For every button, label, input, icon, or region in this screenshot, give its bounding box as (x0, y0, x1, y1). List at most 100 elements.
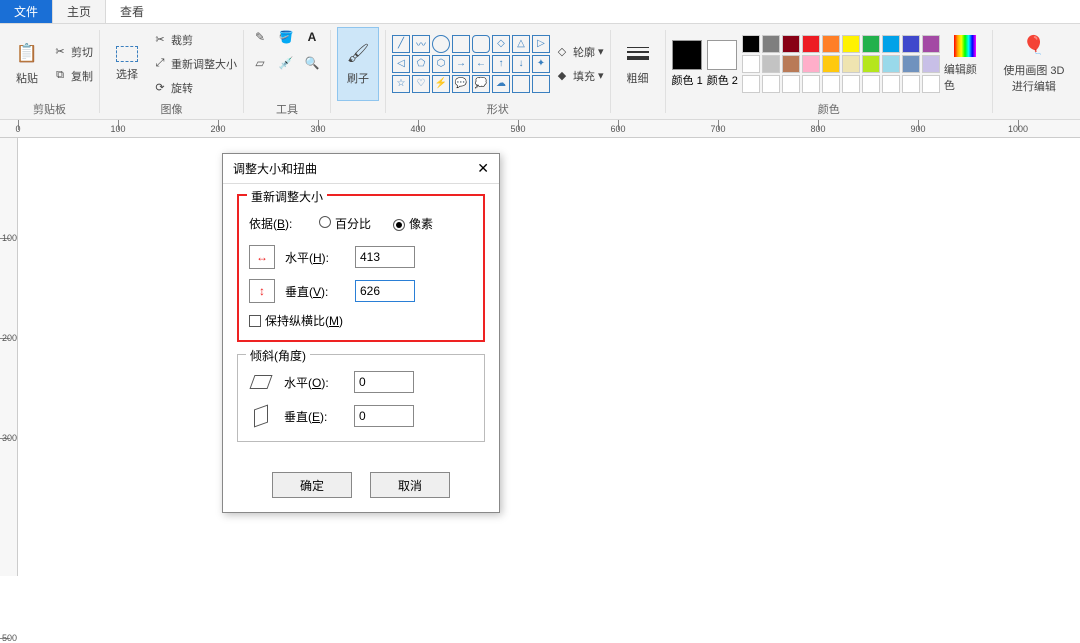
palette-swatch[interactable] (882, 35, 900, 53)
horizontal-ruler: 0100200300400500600700800900100011001200… (0, 120, 1080, 138)
color2-swatch (707, 40, 737, 70)
aspect-checkbox[interactable]: 保持纵横比(M) (249, 312, 343, 329)
skew-v-input[interactable] (354, 405, 414, 427)
cut-button[interactable]: ✂ 剪切 (52, 41, 93, 63)
skew-v-label: 垂直(E): (284, 408, 344, 425)
group-tools: ✎ 🪣 A ▱ 💉 🔍 工具 (244, 24, 330, 119)
palette-swatch[interactable] (842, 35, 860, 53)
skew-h-input[interactable] (354, 371, 414, 393)
palette-swatch[interactable] (762, 75, 780, 93)
palette-swatch[interactable] (762, 35, 780, 53)
pencil-tool[interactable]: ✎ (250, 27, 270, 47)
by-label: 依据(B): (249, 215, 309, 232)
palette-swatch[interactable] (802, 55, 820, 73)
palette-swatch[interactable] (822, 75, 840, 93)
group-label-image: 图像 (106, 101, 237, 117)
canvas[interactable] (18, 138, 1080, 576)
palette-swatch[interactable] (742, 75, 760, 93)
palette-swatch[interactable] (762, 55, 780, 73)
rotate-button[interactable]: ⟳ 旋转 (152, 77, 237, 99)
eyedropper-tool[interactable]: 💉 (276, 53, 296, 73)
resize-v-input[interactable] (355, 280, 415, 302)
brush-icon: 🖌 (346, 42, 370, 66)
shape-gallery[interactable]: ╱〰◇△▷ ◁⬠⬡→←↑↓✦ ☆♡⚡💬💭☁ (392, 35, 550, 93)
crop-button[interactable]: ✂ 裁剪 (152, 29, 237, 51)
select-button[interactable]: 选择 (106, 27, 148, 101)
text-tool[interactable]: A (302, 27, 322, 47)
palette-swatch[interactable] (922, 55, 940, 73)
palette-swatch[interactable] (742, 55, 760, 73)
ruler-tick: 300 (310, 124, 325, 134)
bucket-tool[interactable]: 🪣 (276, 27, 296, 47)
palette-swatch[interactable] (822, 35, 840, 53)
palette-swatch[interactable] (922, 75, 940, 93)
palette-swatch[interactable] (802, 75, 820, 93)
resize-button[interactable]: ⤢ 重新调整大小 (152, 53, 237, 75)
palette-swatch[interactable] (902, 75, 920, 93)
eraser-tool[interactable]: ▱ (250, 53, 270, 73)
ruler-tick: 800 (810, 124, 825, 134)
clipboard-icon: 📋 (15, 42, 39, 66)
palette-swatch[interactable] (742, 35, 760, 53)
magnifier-tool[interactable]: 🔍 (302, 53, 322, 73)
ruler-tick: 200 (210, 124, 225, 134)
ribbon: 📋 粘贴 ✂ 剪切 ⧉ 复制 剪贴板 选择 (0, 24, 1080, 120)
tab-home[interactable]: 主页 (52, 0, 106, 23)
palette-swatch[interactable] (842, 55, 860, 73)
group-label-shapes: 形状 (392, 101, 604, 117)
skew-v-icon (248, 404, 274, 428)
resize-v-label: 垂直(V): (285, 283, 345, 300)
resize-legend: 重新调整大小 (247, 188, 327, 205)
paint3d-button[interactable]: 🎈 使用画图 3D 进行编辑 (999, 27, 1069, 101)
palette-swatch[interactable] (822, 55, 840, 73)
palette-swatch[interactable] (782, 55, 800, 73)
palette-swatch[interactable] (882, 75, 900, 93)
palette-swatch[interactable] (862, 75, 880, 93)
palette-swatch[interactable] (922, 35, 940, 53)
group-image: 选择 ✂ 裁剪 ⤢ 重新调整大小 ⟳ 旋转 图像 (100, 24, 243, 119)
color2-button[interactable]: 颜色 2 (707, 40, 738, 88)
scissors-icon: ✂ (52, 44, 68, 60)
group-label-colors: 颜色 (672, 101, 986, 117)
fill-dd[interactable]: ◆ 填充 ▾ (554, 65, 604, 87)
copy-icon: ⧉ (52, 68, 68, 84)
palette-swatch[interactable] (782, 75, 800, 93)
tab-file[interactable]: 文件 (0, 0, 52, 23)
palette-swatch[interactable] (862, 35, 880, 53)
group-stroke: 粗细 (611, 24, 665, 119)
palette-swatch[interactable] (862, 55, 880, 73)
outline-dd[interactable]: ◇ 轮廓 ▾ (554, 41, 604, 63)
dialog-titlebar[interactable]: 调整大小和扭曲 ✕ (223, 154, 499, 184)
group-brush: 🖌 刷子 (331, 24, 385, 119)
close-icon[interactable]: ✕ (477, 160, 489, 177)
palette-swatch[interactable] (802, 35, 820, 53)
ruler-tick: 100 (2, 233, 17, 243)
ok-button[interactable]: 确定 (272, 472, 352, 498)
palette-swatch[interactable] (782, 35, 800, 53)
resize-h-label: 水平(H): (285, 249, 345, 266)
skew-legend: 倾斜(角度) (246, 347, 310, 364)
fill-icon: ◆ (554, 68, 570, 84)
resize-skew-dialog: 调整大小和扭曲 ✕ 重新调整大小 依据(B): 百分比 像素 ↔ 水平(H): … (222, 153, 500, 513)
palette-swatch[interactable] (842, 75, 860, 93)
radio-percent[interactable]: 百分比 (319, 215, 371, 232)
edit-colors-button[interactable]: 编辑颜色 (944, 27, 986, 101)
palette-swatch[interactable] (902, 55, 920, 73)
resize-icon: ⤢ (152, 56, 168, 72)
paste-button[interactable]: 📋 粘贴 (6, 27, 48, 101)
copy-button[interactable]: ⧉ 复制 (52, 65, 93, 87)
brush-button[interactable]: 🖌 刷子 (337, 27, 379, 101)
color1-button[interactable]: 颜色 1 (672, 40, 703, 88)
palette-swatch[interactable] (882, 55, 900, 73)
skew-h-label: 水平(O): (284, 374, 344, 391)
ruler-tick: 1000 (1008, 124, 1028, 134)
ruler-tick: 700 (710, 124, 725, 134)
radio-pixels[interactable]: 像素 (393, 215, 433, 232)
rotate-icon: ⟳ (152, 80, 168, 96)
stroke-button[interactable]: 粗细 (617, 27, 659, 101)
color-palette[interactable] (742, 35, 940, 93)
cancel-button[interactable]: 取消 (370, 472, 450, 498)
resize-h-input[interactable] (355, 246, 415, 268)
tab-view[interactable]: 查看 (106, 0, 158, 23)
palette-swatch[interactable] (902, 35, 920, 53)
